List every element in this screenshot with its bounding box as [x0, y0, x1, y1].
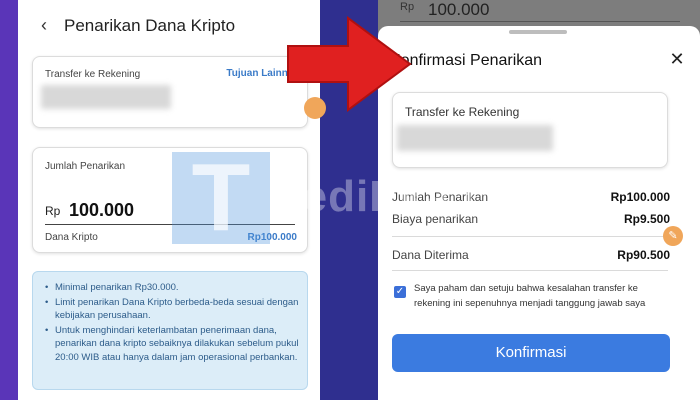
received-amount-value: Rp90.500	[617, 248, 670, 262]
amount-input[interactable]: 100.000	[69, 200, 134, 221]
transfer-label: Transfer ke Rekening	[45, 69, 141, 80]
withdrawal-fee-value: Rp9.500	[623, 212, 670, 226]
sheet-drag-handle[interactable]	[509, 30, 567, 34]
transfer-destination-summary: Transfer ke Rekening	[392, 92, 668, 168]
back-arrow-icon[interactable]: ‹	[36, 16, 52, 34]
checkbox-check-icon: ✓	[395, 286, 405, 297]
page-title: Penarikan Dana Kripto	[64, 16, 236, 35]
screen-header: ‹ Penarikan Dana Kripto	[18, 0, 320, 52]
info-list: Minimal penarikan Rp30.000. Limit penari…	[43, 281, 301, 365]
info-notice: Minimal penarikan Rp30.000. Limit penari…	[32, 271, 308, 390]
close-icon[interactable]: ✕	[668, 50, 686, 68]
withdrawal-amount-value: Rp100.000	[610, 190, 670, 204]
behind-currency-label: Rp	[400, 1, 415, 13]
agreement-text: Saya paham dan setuju bahwa kesalahan tr…	[414, 283, 646, 309]
blurred-account-details	[397, 125, 553, 151]
red-arrow-icon	[287, 16, 412, 112]
dana-kripto-label: Dana Kripto	[45, 232, 98, 243]
behind-amount-underline	[400, 21, 680, 22]
blurred-account-details	[41, 85, 171, 109]
agreement-checkbox[interactable]: ✓	[394, 286, 406, 298]
summary-divider	[392, 236, 668, 237]
info-item: Limit penarikan Dana Kripto berbeda-beda…	[43, 296, 301, 323]
currency-label: Rp	[45, 204, 61, 218]
transfer-destination-card[interactable]: Transfer ke Rekening Tujuan Lainnya	[32, 56, 308, 128]
watermark-text: TediEka.com	[278, 172, 558, 221]
watermark-letter: T	[191, 144, 251, 251]
info-item: Untuk menghindari keterlambatan penerima…	[43, 324, 301, 365]
screen-recorder-handle[interactable]: ✎	[663, 226, 683, 246]
amount-label: Jumlah Penarikan	[45, 161, 126, 172]
received-amount-label: Dana Diterima	[392, 248, 469, 262]
withdrawal-screen: ‹ Penarikan Dana Kripto Transfer ke Reke…	[18, 0, 320, 400]
info-item: Minimal penarikan Rp30.000.	[43, 281, 301, 295]
transfer-label: Transfer ke Rekening	[405, 105, 520, 119]
watermark-logo: T	[172, 144, 270, 251]
summary-divider	[392, 270, 668, 271]
confirm-button[interactable]: Konfirmasi	[392, 334, 670, 372]
left-phone-frame: ‹ Penarikan Dana Kripto Transfer ke Reke…	[0, 0, 320, 400]
pencil-icon: ✎	[668, 230, 678, 242]
behind-amount-value: 100.000	[428, 0, 490, 19]
